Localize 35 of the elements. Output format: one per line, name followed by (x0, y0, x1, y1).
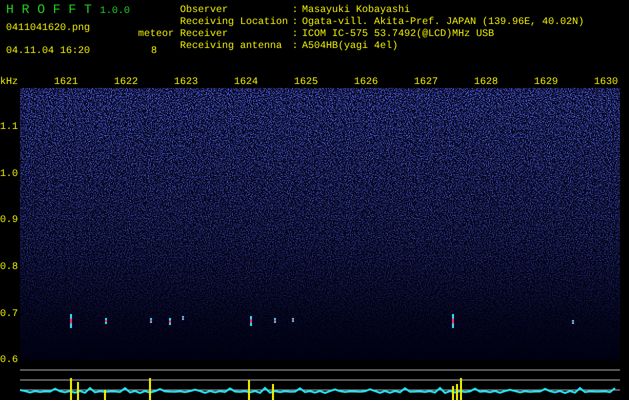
info-value: ICOM IC-575 53.7492(@LCD)MHz USB (302, 29, 496, 40)
time-label: 1623 (174, 77, 198, 88)
info-value: A504HB(yagi 4el) (302, 41, 400, 53)
info-label: Receiver (180, 29, 230, 40)
frequency-label: 0.6 (0, 355, 18, 366)
frequency-label: 0.9 (0, 215, 18, 226)
time-label: 1627 (414, 77, 438, 88)
info-separator: : (292, 17, 298, 29)
info-value: Masayuki Kobayashi (302, 5, 412, 16)
time-label: 1626 (354, 77, 378, 88)
app-version: 1.0.0 (100, 6, 130, 17)
app-title: H R O F F T (6, 2, 92, 17)
info-separator: : (292, 41, 298, 53)
time-label: 1625 (294, 77, 318, 88)
info-label: Receiving Location (180, 17, 288, 28)
meteor-label: meteor (138, 29, 174, 40)
frequency-label: 1.0 (0, 168, 18, 180)
info-separator: : (292, 29, 298, 41)
time-label: 1630 (594, 77, 618, 88)
info-separator: : (292, 5, 298, 17)
meteor-count: 8 (150, 46, 158, 57)
date-time: 04.11.04 16:20 (6, 46, 90, 57)
time-label: 1624 (234, 77, 258, 88)
time-label: 1628 (474, 77, 498, 88)
time-label: 1629 (534, 77, 558, 88)
info-value: Ogata-vill. Akita-Pref. JAPAN (139.96E, 40.02N) (302, 17, 584, 28)
info-label: Observer (180, 5, 230, 16)
time-label: 1621 (54, 77, 78, 88)
file-name: 0411041620.png (6, 23, 90, 36)
frequency-label: 0.7 (0, 308, 18, 320)
time-label: 1622 (114, 77, 138, 88)
unit-label: kHz (0, 77, 18, 88)
info-label: Receiving antenna (180, 41, 284, 53)
frequency-label: 1.1 (0, 122, 18, 133)
frequency-label: 0.8 (0, 262, 18, 274)
